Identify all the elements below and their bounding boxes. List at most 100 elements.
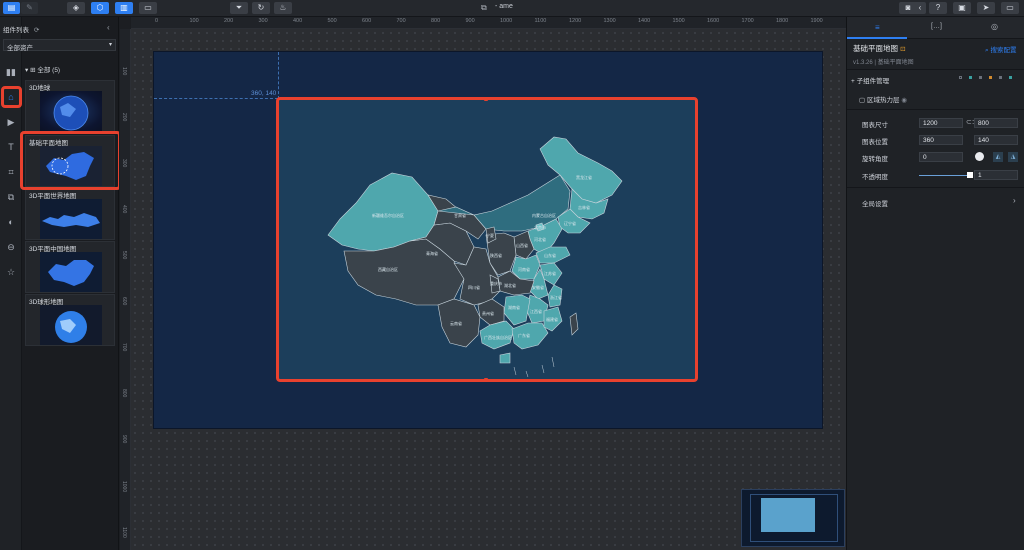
- eye-icon[interactable]: ◉: [901, 97, 907, 104]
- monitor-button[interactable]: ▣: [953, 2, 971, 14]
- toolbox-button[interactable]: ▭: [139, 2, 157, 14]
- favorite-category-icon[interactable]: ☆: [4, 265, 18, 279]
- search-config-link[interactable]: ⌕ 搜索配置: [985, 44, 1016, 55]
- action-icon[interactable]: [969, 76, 972, 79]
- component-title-text: 基础平面地图: [853, 44, 898, 53]
- action-icon[interactable]: [989, 76, 992, 79]
- opacity-slider-track[interactable]: [919, 175, 969, 176]
- ruler-tick-label: 0: [155, 18, 159, 24]
- ruler-tick-label: 900: [465, 18, 475, 24]
- refresh-button[interactable]: ↻: [252, 2, 270, 14]
- guide-vertical: [278, 52, 279, 99]
- ruler-tick-label: 1500: [672, 18, 685, 24]
- layers-toggle-button[interactable]: ▤: [3, 2, 20, 14]
- sub-item-label: 区域热力层: [866, 97, 900, 104]
- tab-data[interactable]: […]: [931, 23, 942, 30]
- opacity-slider-handle[interactable]: [967, 172, 973, 178]
- y-input[interactable]: 140: [974, 135, 1018, 145]
- filter-button[interactable]: ⏷: [230, 2, 248, 14]
- chevron-right-icon[interactable]: ›: [1013, 196, 1016, 205]
- subcomponent-header[interactable]: + 子组件管理: [851, 75, 889, 85]
- ruler-tick-label: 500: [121, 251, 127, 260]
- ruler-tick-label: 200: [121, 113, 127, 122]
- panel-button[interactable]: ▥: [115, 2, 133, 14]
- network-category-icon[interactable]: ⌗: [4, 165, 18, 179]
- panel-title: 组件列表: [3, 27, 29, 34]
- asset-item-3d-china-map[interactable]: 3D平面中国地图: [25, 241, 115, 293]
- collapse-panel-icon[interactable]: ‹: [107, 23, 110, 32]
- panel-header: 组件列表 ⟳: [3, 24, 39, 34]
- global-settings-row[interactable]: 全局设置: [862, 198, 888, 208]
- opacity-label: 不透明度: [862, 174, 888, 181]
- ruler-tick-label: 1900: [810, 18, 823, 24]
- asset-filter-select[interactable]: 全部资产 ▾: [3, 39, 116, 52]
- camera-icon: ◙: [905, 3, 911, 12]
- rotation-label: 旋转角度: [862, 156, 888, 163]
- flip-horizontal-icon[interactable]: ◭: [993, 152, 1003, 162]
- group-toggle[interactable]: ▾ ⊞ 全部 (5): [25, 64, 60, 74]
- ruler-tick-label: 1100: [534, 18, 547, 24]
- position-label: 图表位置: [862, 139, 888, 146]
- widget-category-icon[interactable]: ⧉: [4, 190, 18, 204]
- tab-config[interactable]: ≡: [875, 23, 880, 32]
- opacity-input[interactable]: 1: [974, 170, 1018, 180]
- edit-toggle-button[interactable]: ✎: [21, 2, 38, 14]
- action-icon[interactable]: [959, 76, 962, 79]
- action-icon[interactable]: [979, 76, 982, 79]
- ruler-tick-label: 800: [431, 18, 441, 24]
- chevron-left-icon: ‹: [918, 3, 922, 12]
- tab-interaction[interactable]: ◎: [991, 22, 998, 31]
- rotation-dial-icon[interactable]: [975, 152, 984, 161]
- more-button[interactable]: ▭: [1001, 2, 1019, 14]
- collapse-button[interactable]: ‹: [914, 2, 926, 14]
- ruler-tick-label: 1000: [500, 18, 513, 24]
- interaction-category-icon[interactable]: ⊖: [4, 240, 18, 254]
- checkbox-icon[interactable]: ▢: [859, 97, 865, 104]
- divider: [847, 187, 1024, 188]
- monitor-icon: ▣: [958, 3, 966, 12]
- size-label: 图表尺寸: [862, 122, 888, 129]
- action-icon[interactable]: [1009, 76, 1012, 79]
- divider: [847, 109, 1024, 110]
- asset-item-3d-world-map[interactable]: 3D平面世界地图: [25, 188, 115, 240]
- layers-icon: ▤: [7, 3, 16, 12]
- x-input[interactable]: 360: [919, 135, 963, 145]
- component-button[interactable]: ⬡: [91, 2, 109, 14]
- guide-horizontal: [154, 98, 278, 99]
- brush-button[interactable]: ♨: [274, 2, 292, 14]
- media-category-icon[interactable]: ▶: [4, 115, 18, 129]
- subcomponent-actions: [959, 76, 1019, 81]
- help-button[interactable]: ?: [929, 2, 947, 14]
- width-input[interactable]: 1200: [919, 118, 963, 128]
- vertical-ruler: 100 200 300 400 500 600 700 800 900 1000 1100: [120, 29, 131, 550]
- refresh-small-icon[interactable]: ⟳: [34, 27, 39, 34]
- asset-highlight-box: [20, 131, 121, 190]
- rotation-input[interactable]: 0: [919, 152, 963, 162]
- sub-item-heat-layer[interactable]: ▢ 区域热力层 ◉: [859, 94, 907, 104]
- ruler-tick-label: 400: [121, 205, 127, 214]
- chart-category-icon[interactable]: ▮▮: [4, 65, 18, 79]
- resize-handle-top[interactable]: [484, 97, 488, 101]
- canvas-minimap[interactable]: [741, 489, 845, 547]
- ruler-tick-label: 500: [327, 18, 337, 24]
- brush-icon: ♨: [279, 3, 287, 12]
- text-category-icon[interactable]: T: [4, 140, 18, 154]
- height-input[interactable]: 800: [974, 118, 1018, 128]
- project-title: - ame: [495, 3, 513, 10]
- world-map-thumbnail: [40, 199, 102, 239]
- ruler-tick-label: 1400: [638, 18, 651, 24]
- asset-item-3d-earth[interactable]: 3D地球: [25, 80, 115, 132]
- publish-button[interactable]: ➤: [977, 2, 995, 14]
- action-icon[interactable]: [999, 76, 1002, 79]
- layer-stack-button[interactable]: ◈: [67, 2, 85, 14]
- stack-icon: ◈: [72, 3, 80, 12]
- top-toolbar: ▤ ✎ ◈ ⬡ ▥ ▭ ⏷ ↻ ♨ ⧉ - ame ◙ ‹ ? ▣ ➤ ▭: [0, 0, 1024, 17]
- flip-vertical-icon[interactable]: ◮: [1008, 152, 1018, 162]
- position-label: 360, 140: [251, 90, 277, 97]
- asset-item-3d-sphere-map[interactable]: 3D球形地图: [25, 294, 115, 346]
- resize-handle-bottom[interactable]: [484, 378, 488, 382]
- ruler-tick-label: 200: [224, 18, 234, 24]
- ruler-tick-label: 700: [396, 18, 406, 24]
- shape-category-icon[interactable]: ◐: [4, 215, 18, 229]
- ruler-tick-label: 600: [362, 18, 372, 24]
